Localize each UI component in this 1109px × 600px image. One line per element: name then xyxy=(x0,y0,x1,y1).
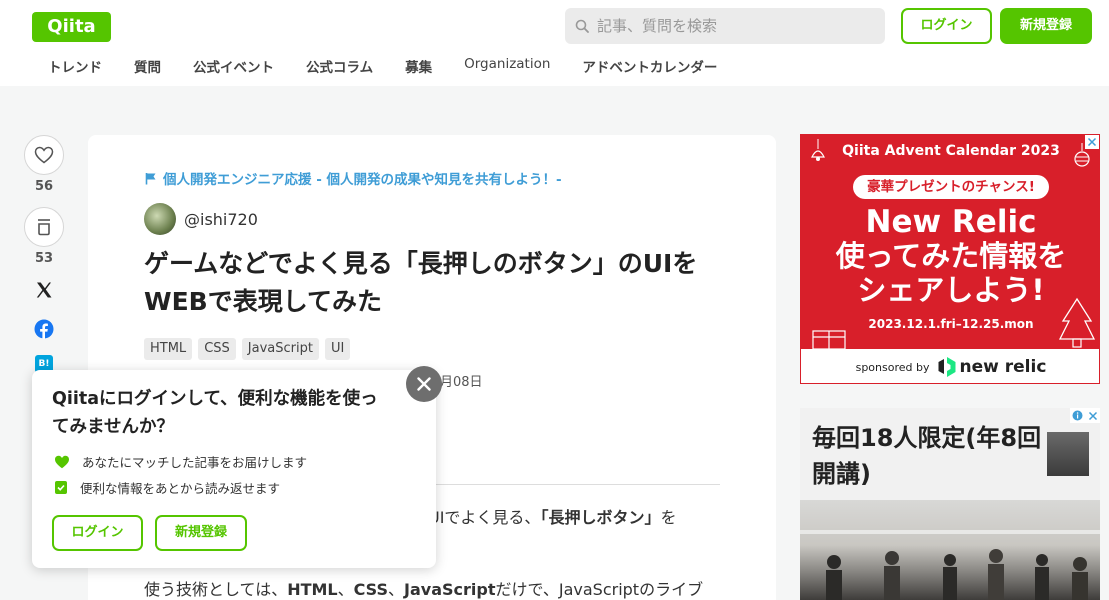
share-facebook-button[interactable] xyxy=(24,319,64,343)
new-relic-logo-icon xyxy=(938,357,955,377)
popup-login-button[interactable]: ログイン xyxy=(52,515,143,551)
stock-icon xyxy=(38,219,50,236)
login-button[interactable]: ログイン xyxy=(901,8,992,44)
tag-css[interactable]: CSS xyxy=(198,338,236,360)
popup-signup-button[interactable]: 新規登録 xyxy=(155,515,247,551)
popup-benefit-1-text: あなたにマッチした記事をお届けします xyxy=(82,455,308,470)
tag-ui[interactable]: UI xyxy=(324,338,351,360)
signup-button[interactable]: 新規登録 xyxy=(1000,8,1092,44)
ad-headline-line-2: 使ってみた情報を xyxy=(835,239,1067,273)
ad-info-icon[interactable] xyxy=(1070,408,1085,423)
article-title: ゲームなどでよく見る「長押しのボタン」のUIをWEBで表現してみた xyxy=(144,249,698,316)
divider xyxy=(418,484,720,485)
body-bold-html: HTML xyxy=(287,580,338,599)
tag-html[interactable]: HTML xyxy=(144,338,193,360)
ad-thumbnail xyxy=(1047,432,1089,476)
post-date: 月08日 xyxy=(440,375,483,390)
body-paragraph-2: 使う技術としては、HTML、CSS、JavaScriptだけで、JavaScri… xyxy=(144,576,703,600)
action-rail: 56 53 B! ••• xyxy=(24,135,64,400)
ad-course-text: 毎回18人限定(年8回開講) xyxy=(812,424,1042,488)
like-count: 56 xyxy=(34,179,54,194)
share-x-button[interactable] xyxy=(24,281,64,303)
site-header: Qiita ログイン 新規登録 トレンド 質問 公式イベント 公式コラム 募集 … xyxy=(0,0,1109,86)
course-ad[interactable]: 毎回18人限定(年8回開講) xyxy=(800,408,1100,600)
event-link-text: 個人開発エンジニア応援 - 個人開発の成果や知見を共有しよう！- xyxy=(163,172,562,188)
new-relic-wordmark: new relic xyxy=(959,357,1047,377)
nav-item-recruitment[interactable]: 募集 xyxy=(389,56,448,76)
login-prompt-popup: Qiitaにログインして、便利な機能を使ってみませんか？ あなたにマッチした記事… xyxy=(32,370,436,568)
ad-headline-line-1: New Relic xyxy=(865,204,1037,240)
body-paragraph-1: UIでよく見る、「長押しボタン」を xyxy=(428,504,676,528)
nav-item-trend[interactable]: トレンド xyxy=(32,56,118,76)
search-box[interactable] xyxy=(565,8,885,44)
nav-item-official-events[interactable]: 公式イベント xyxy=(177,56,290,76)
popup-close-button[interactable] xyxy=(406,366,442,402)
body-bold-javascript: JavaScript xyxy=(404,580,496,599)
heart-icon xyxy=(34,146,54,164)
avatar[interactable] xyxy=(144,203,176,235)
search-input[interactable] xyxy=(597,17,867,35)
ad-sponsor-bar: sponsored by new relic xyxy=(801,349,1099,383)
body-text: だけで、JavaScriptのライブ xyxy=(495,580,704,599)
nav-item-organization[interactable]: Organization xyxy=(448,56,566,76)
tag-list: HTML CSS JavaScript UI xyxy=(144,338,356,360)
like-button[interactable] xyxy=(24,135,64,175)
stock-button[interactable] xyxy=(24,207,64,247)
x-logo-icon xyxy=(36,282,52,298)
body-text: 、 xyxy=(337,580,354,599)
nav-item-advent-calendar[interactable]: アドベントカレンダー xyxy=(566,56,733,76)
event-link[interactable]: 個人開発エンジニア応援 - 個人開発の成果や知見を共有しよう！- xyxy=(145,168,562,188)
body-bold-text: 「長押しボタン」 xyxy=(540,508,661,527)
nav-item-official-columns[interactable]: 公式コラム xyxy=(290,56,389,76)
popup-benefit-2-text: 便利な情報をあとから読み返せます xyxy=(80,481,281,496)
author[interactable]: @ishi720 xyxy=(144,203,258,235)
body-text: UIでよく見る、 xyxy=(428,508,541,527)
popup-benefit-2: 便利な情報をあとから読み返せます xyxy=(54,478,280,497)
popup-title: Qiitaにログインして、便利な機能を使ってみませんか？ xyxy=(52,389,378,437)
advent-calendar-ad[interactable]: Qiita Advent Calendar 2023 豪華プレゼントのチャンス!… xyxy=(800,134,1100,384)
body-bold-css: CSS xyxy=(353,580,389,599)
ad-date-range: 2023.12.1.fri–12.25.mon xyxy=(868,317,1034,331)
ad-headline-line-3: シェアしよう! xyxy=(857,273,1045,307)
ad-classroom-photo xyxy=(800,500,1100,600)
ad-pill: 豪華プレゼントのチャンス! xyxy=(853,175,1049,199)
facebook-icon xyxy=(34,319,54,339)
ad-choice-icons[interactable] xyxy=(1070,408,1100,423)
body-text: を xyxy=(660,508,677,527)
tag-javascript[interactable]: JavaScript xyxy=(241,338,319,360)
sponsored-label: sponsored by xyxy=(855,360,930,374)
main-nav: トレンド 質問 公式イベント 公式コラム 募集 Organization アドベ… xyxy=(32,56,733,76)
ad-heading: Qiita Advent Calendar 2023 xyxy=(842,143,1060,159)
author-name[interactable]: @ishi720 xyxy=(184,210,258,229)
close-icon xyxy=(417,377,431,391)
nav-item-questions[interactable]: 質問 xyxy=(118,56,177,76)
popup-benefit-1: あなたにマッチした記事をお届けします xyxy=(54,452,307,471)
ad-headline: New Relic 使ってみた情報を シェアしよう! xyxy=(801,204,1099,307)
bookmark-check-icon xyxy=(55,481,67,494)
search-icon xyxy=(575,19,589,33)
people-silhouettes xyxy=(800,530,1100,600)
body-text: 、 xyxy=(388,580,405,599)
qiita-logo[interactable]: Qiita xyxy=(32,12,111,42)
flag-icon xyxy=(145,172,156,184)
heart-icon xyxy=(55,455,69,468)
ad-close-icon[interactable] xyxy=(1085,408,1100,423)
stock-count: 53 xyxy=(34,251,54,266)
body-text: 使う技術としては、 xyxy=(144,580,288,599)
